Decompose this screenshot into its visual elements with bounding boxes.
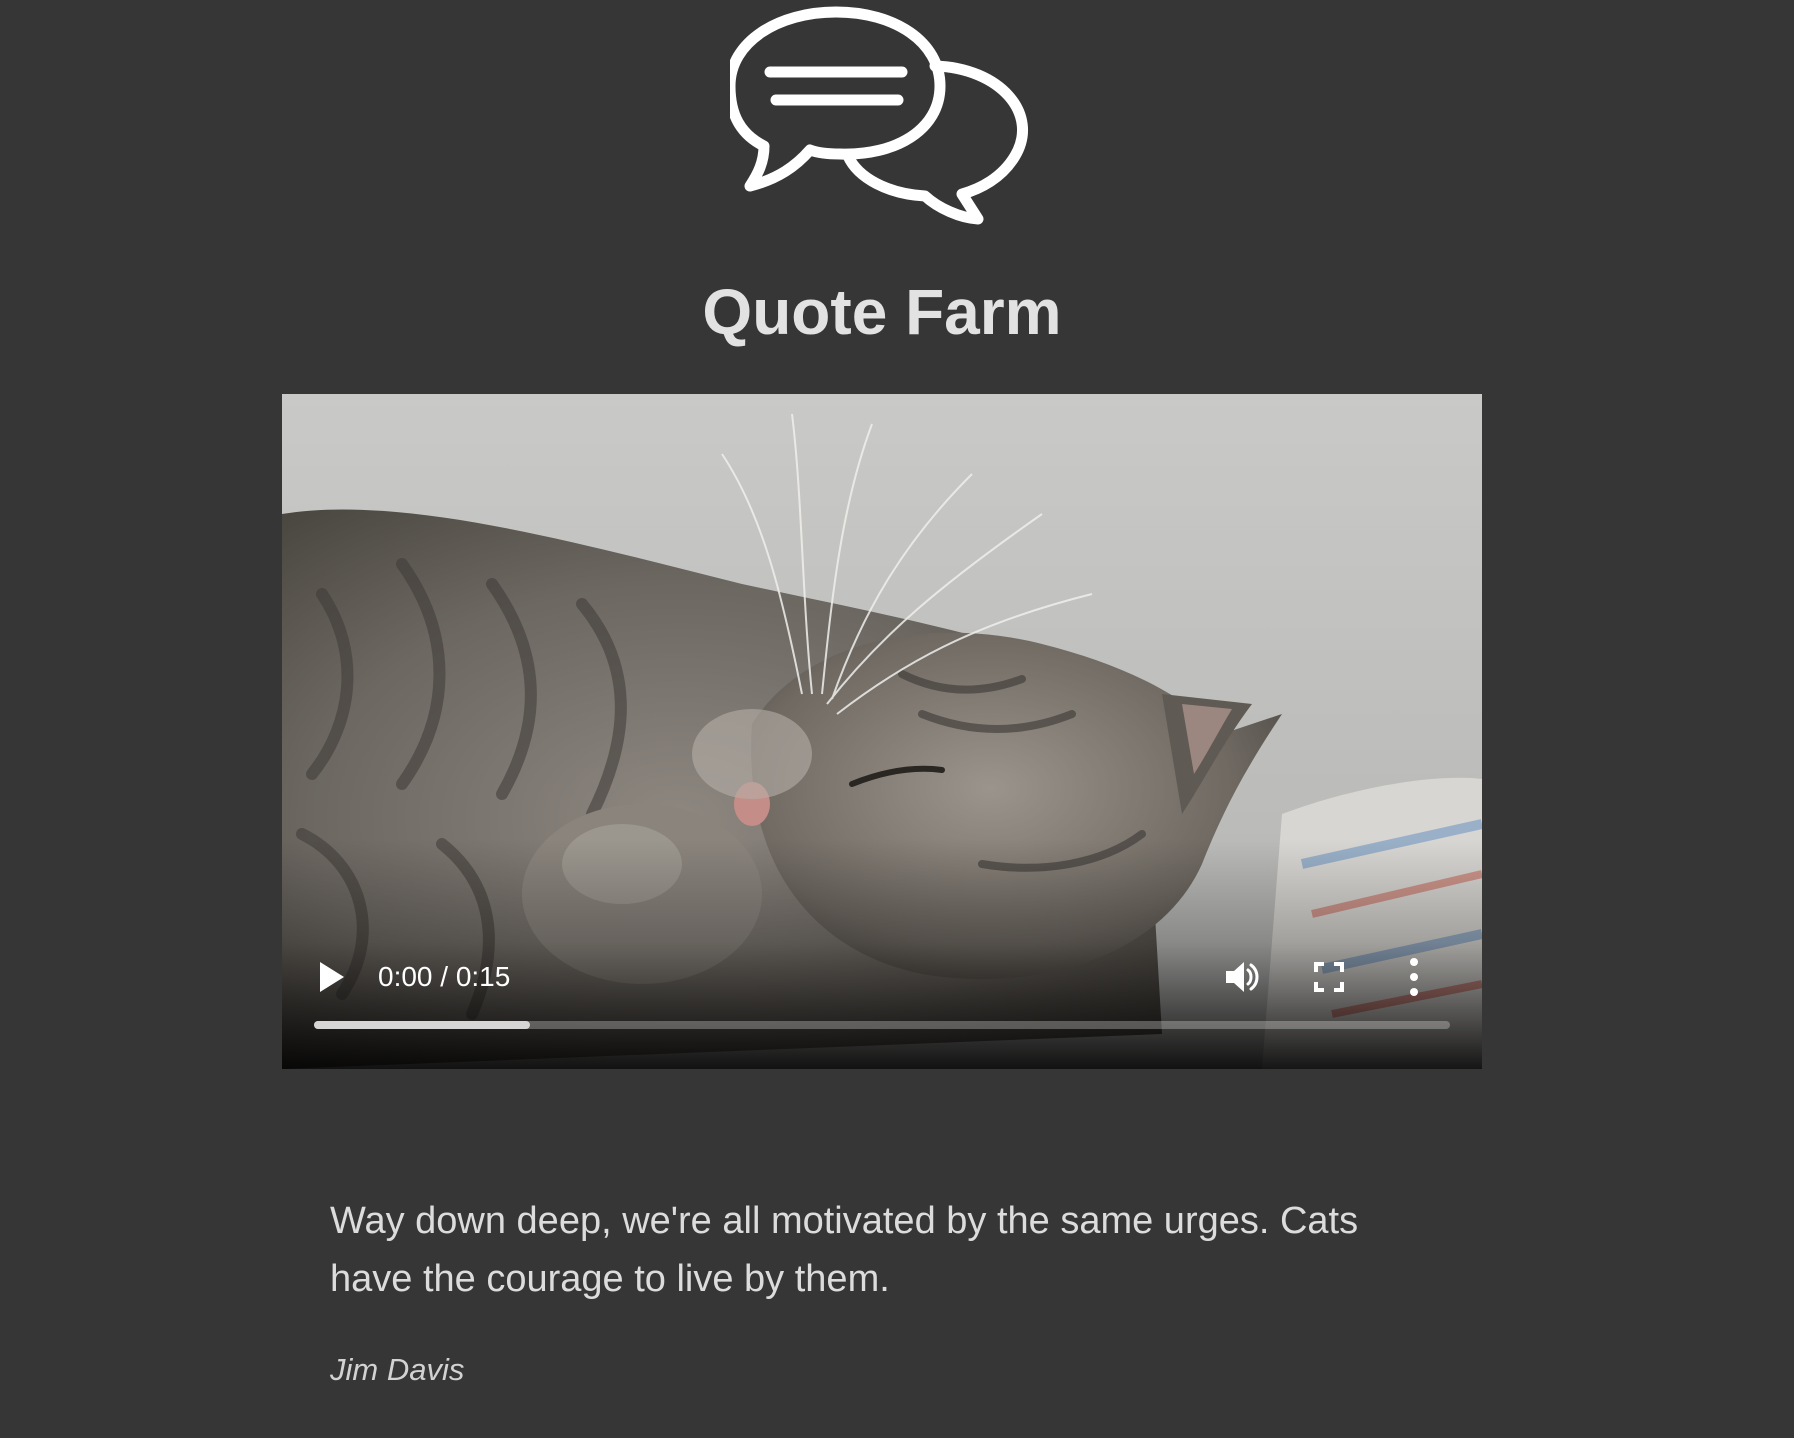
page: Quote Farm 0:00 / 0:15 Way down deep, we… [0,0,1794,1438]
video-player[interactable]: 0:00 / 0:15 [282,394,1482,1069]
play-icon[interactable] [316,960,346,994]
controls-overlay [282,839,1482,1069]
progress-bar[interactable] [314,1021,1450,1029]
progress-buffered [314,1021,530,1029]
more-options-icon[interactable] [1406,956,1422,998]
page-title: Quote Farm [702,276,1062,348]
quote-text: Way down deep, we're all motivated by th… [330,1200,1359,1300]
fullscreen-icon[interactable] [1312,960,1346,994]
speech-bubbles-icon [730,6,1028,225]
time-display: 0:00 / 0:15 [378,961,511,992]
volume-icon[interactable] [1222,957,1262,997]
quote-author: Jim Davis [330,1352,465,1387]
